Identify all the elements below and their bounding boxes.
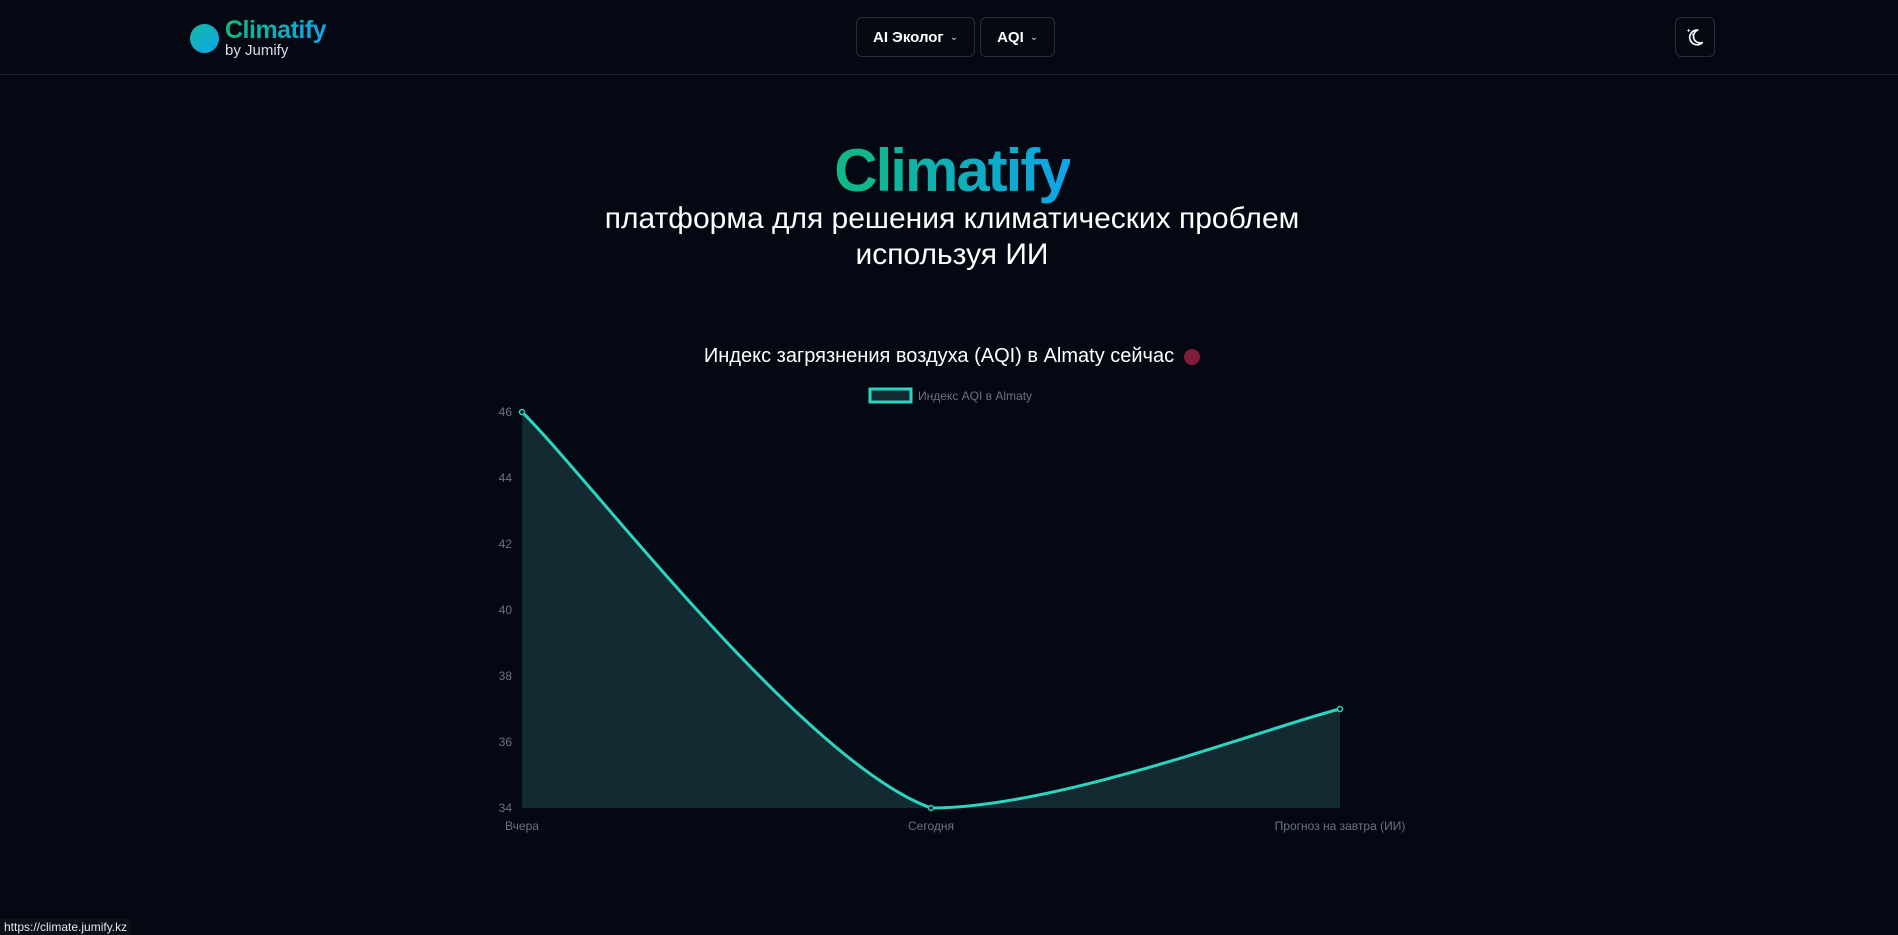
data-point (1336, 705, 1344, 713)
x-tick-label: Вчера (505, 819, 539, 833)
data-point (927, 804, 935, 812)
y-tick-label: 38 (499, 669, 513, 683)
legend-swatch (868, 387, 913, 404)
x-tick-label: Сегодня (908, 819, 954, 833)
legend-label: Индекс AQI в Almaty (918, 389, 1032, 403)
y-tick-label: 36 (499, 735, 513, 749)
y-tick-label: 34 (499, 801, 513, 815)
y-tick-label: 46 (499, 405, 513, 419)
data-point (518, 408, 526, 416)
y-tick-label: 40 (499, 603, 513, 617)
x-tick-label: Прогноз на завтра (ИИ) (1275, 819, 1406, 833)
link-preview-url: https://climate.jumify.kz (0, 919, 132, 935)
y-tick-label: 42 (499, 537, 513, 551)
series-area-fill (522, 412, 1340, 808)
aqi-line-chart: 34 36 38 40 42 44 46 Вчера Сегодня Прогноз на зав… (499, 387, 1406, 833)
y-tick-label: 44 (499, 471, 513, 485)
